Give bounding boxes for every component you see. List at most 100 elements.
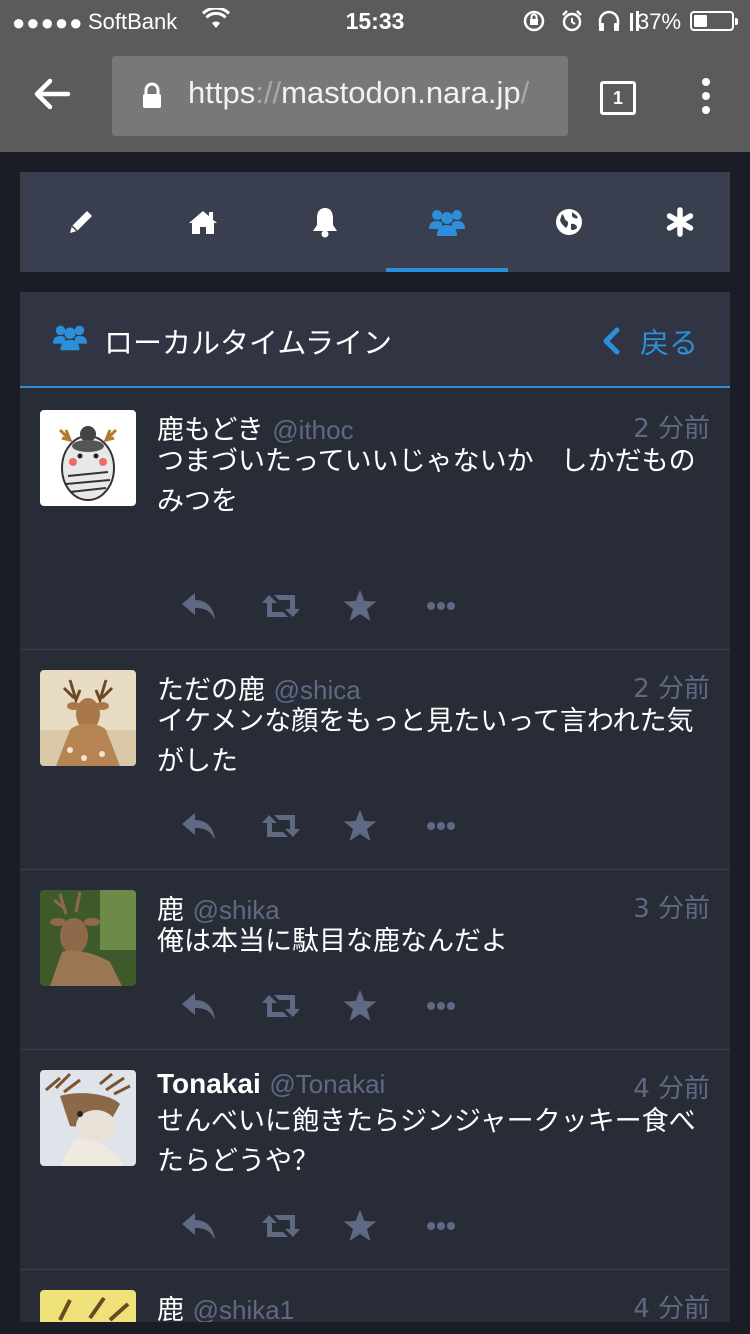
favourite-button[interactable] <box>342 1206 378 1246</box>
status-content: 俺は本当に駄目な鹿なんだよ <box>157 926 508 957</box>
asterisk-icon <box>666 207 694 237</box>
home-icon <box>189 211 217 234</box>
url-text: https://mastodon.nara.jp/ <box>188 75 529 111</box>
status-time[interactable]: 4 分前 <box>633 1288 710 1322</box>
status-actions <box>160 586 460 626</box>
retweet-icon <box>262 595 300 617</box>
address-bar[interactable]: https://mastodon.nara.jp/ <box>112 56 568 136</box>
headphones-icon <box>598 10 620 31</box>
url-separator: :// <box>255 75 282 110</box>
favourite-button[interactable] <box>342 806 378 846</box>
boost-button[interactable] <box>260 806 302 846</box>
more-button[interactable] <box>426 986 456 1026</box>
pencil-icon <box>70 211 92 233</box>
retweet-icon <box>262 995 300 1017</box>
url-scheme: https <box>188 75 256 110</box>
reply-icon <box>182 1213 215 1240</box>
globe-icon <box>556 209 582 235</box>
ellipsis-icon <box>427 822 455 830</box>
star-icon <box>343 1210 377 1241</box>
boost-button[interactable] <box>260 986 302 1026</box>
status-time[interactable]: 2 分前 <box>633 408 710 445</box>
reply-button[interactable] <box>180 806 218 846</box>
url-path: / <box>520 75 530 110</box>
users-icon <box>429 210 465 236</box>
status-time[interactable]: 4 分前 <box>633 1068 710 1105</box>
status-item: Tonakai @Tonakai 4 分前 せんべいに飽きたらジンジャークッキー… <box>20 1050 730 1270</box>
account-handle[interactable]: @shika <box>193 895 280 925</box>
arrow-left-icon <box>34 78 71 110</box>
status-actions <box>160 806 460 846</box>
browser-back-button[interactable] <box>32 74 82 120</box>
display-name[interactable]: 鹿 <box>157 1295 184 1322</box>
column-back-button[interactable]: 戻る <box>602 320 698 362</box>
star-icon <box>343 990 377 1021</box>
alarm-icon <box>561 10 582 32</box>
browser-toolbar: https://mastodon.nara.jp/ 1 <box>0 42 750 152</box>
status-item: 鹿 @shika 3 分前 俺は本当に駄目な鹿なんだよ <box>20 870 730 1050</box>
reply-icon <box>182 993 215 1020</box>
retweet-icon <box>262 1215 300 1237</box>
more-button[interactable] <box>426 806 456 846</box>
browser-menu-button[interactable] <box>700 78 712 118</box>
ellipsis-icon <box>427 1222 455 1230</box>
users-icon <box>52 325 88 351</box>
account-handle[interactable]: @ithoc <box>272 415 353 445</box>
bell-icon <box>313 208 337 238</box>
more-button[interactable] <box>426 586 456 626</box>
status-item: 鹿もどき @ithoc 2 分前 つまづいたっていいじゃないか しかだもの みつ… <box>20 390 730 650</box>
status-content: イケメンな顔をもっと見たいって言われた気がした <box>157 706 694 777</box>
star-icon <box>343 590 377 621</box>
orientation-lock-icon <box>523 10 545 32</box>
avatar[interactable] <box>40 410 136 506</box>
status-actions <box>160 986 460 1026</box>
ellipsis-icon <box>427 1002 455 1010</box>
account-handle[interactable]: @Tonakai <box>269 1069 385 1099</box>
status-header: 鹿 @shika1 4 分前 <box>157 1288 710 1322</box>
avatar[interactable] <box>40 890 136 986</box>
favourite-button[interactable] <box>342 986 378 1026</box>
reply-icon <box>182 593 215 620</box>
column-title: ローカルタイムライン <box>104 326 392 360</box>
reply-button[interactable] <box>180 1206 218 1246</box>
local-timeline-column: ローカルタイムライン 戻る 鹿もどき @ithoc 2 分前 つまづいたっていい… <box>20 292 730 1322</box>
favourite-button[interactable] <box>342 586 378 626</box>
status-item: ただの鹿 @shica 2 分前 イケメンな顔をもっと見たいって言われた気がした <box>20 650 730 870</box>
boost-button[interactable] <box>260 586 302 626</box>
status-header: Tonakai @Tonakai 4 分前 <box>157 1068 710 1104</box>
avatar[interactable] <box>40 670 136 766</box>
tab-home[interactable] <box>142 172 264 272</box>
column-nav-tabs <box>20 172 730 272</box>
status-time[interactable]: 3 分前 <box>633 888 710 925</box>
tab-federated-timeline[interactable] <box>508 172 630 272</box>
avatar[interactable] <box>40 1290 136 1322</box>
account-handle[interactable]: @shica <box>274 675 361 705</box>
column-header: ローカルタイムライン 戻る <box>20 292 730 388</box>
back-label: 戻る <box>639 326 698 360</box>
url-host: mastodon.nara.jp <box>281 75 521 110</box>
status-actions <box>160 1206 460 1246</box>
tab-switcher-button[interactable]: 1 <box>600 81 636 115</box>
account-handle[interactable]: @shika1 <box>193 1295 295 1322</box>
tab-getting-started[interactable] <box>630 172 730 272</box>
status-content: せんべいに飽きたらジンジャークッキー食べたらどうや？ <box>157 1106 696 1177</box>
avatar[interactable] <box>40 1070 136 1166</box>
battery-percent: 37% <box>637 9 682 34</box>
lock-icon <box>143 82 161 108</box>
ellipsis-icon <box>427 602 455 610</box>
tab-notifications[interactable] <box>264 172 386 272</box>
star-icon <box>343 810 377 841</box>
chevron-left-icon <box>603 327 620 355</box>
display-name[interactable]: Tonakai <box>157 1068 261 1099</box>
battery-icon <box>690 11 738 31</box>
status-time[interactable]: 2 分前 <box>633 668 710 705</box>
reply-button[interactable] <box>180 986 218 1026</box>
tab-compose[interactable] <box>20 172 142 272</box>
more-button[interactable] <box>426 1206 456 1246</box>
reply-button[interactable] <box>180 586 218 626</box>
reply-icon <box>182 813 215 840</box>
status-item: 鹿 @shika1 4 分前 <box>20 1270 730 1322</box>
ios-status-bar: ●●●●● SoftBank 15:33 37% <box>0 0 750 42</box>
tab-local-timeline[interactable] <box>386 172 508 272</box>
boost-button[interactable] <box>260 1206 302 1246</box>
